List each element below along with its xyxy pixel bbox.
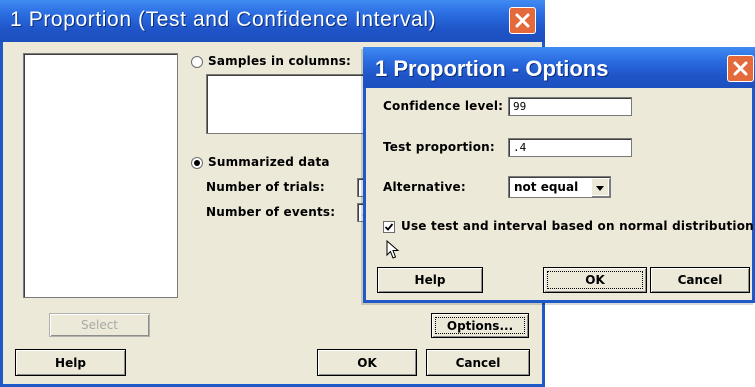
help-button-label: Help — [55, 355, 86, 370]
mouse-pointer-icon — [386, 240, 400, 259]
options-button[interactable]: Options... — [431, 313, 529, 338]
options-ok-button[interactable]: OK — [543, 267, 647, 293]
help-button[interactable]: Help — [15, 349, 126, 376]
main-close-button[interactable] — [509, 7, 536, 34]
ok-button-label: OK — [357, 355, 377, 370]
confidence-level-input[interactable]: 99 — [508, 97, 632, 116]
close-icon — [733, 61, 748, 76]
options-ok-button-label: OK — [585, 273, 605, 287]
options-help-button-label: Help — [414, 273, 446, 287]
confidence-level-value: 99 — [513, 100, 527, 113]
summarized-data-label: Summarized data — [208, 155, 330, 169]
confidence-level-label: Confidence level: — [383, 99, 504, 113]
number-of-events-label: Number of events: — [206, 205, 336, 219]
test-proportion-label: Test proportion: — [383, 140, 495, 154]
number-of-trials-label: Number of trials: — [206, 180, 325, 194]
options-dialog-title: 1 Proportion - Options — [375, 56, 609, 81]
options-cancel-button[interactable]: Cancel — [650, 267, 750, 293]
main-dialog-title: 1 Proportion (Test and Confidence Interv… — [10, 8, 437, 31]
options-close-button[interactable] — [727, 55, 754, 82]
alternative-select[interactable]: not equal — [508, 176, 611, 198]
normal-dist-checkbox-label: Use test and interval based on normal di… — [401, 219, 754, 233]
checkmark-icon — [384, 223, 394, 231]
select-button[interactable]: Select — [49, 313, 150, 337]
samples-columns-input[interactable] — [206, 74, 376, 134]
options-button-label: Options... — [446, 318, 514, 333]
alternative-label: Alternative: — [383, 180, 466, 194]
summarized-data-radio[interactable] — [191, 157, 203, 169]
normal-dist-checkbox[interactable] — [383, 221, 395, 233]
test-proportion-value: .4 — [513, 141, 527, 154]
options-titlebar[interactable]: 1 Proportion - Options — [363, 47, 755, 88]
test-proportion-input[interactable]: .4 — [508, 138, 632, 157]
options-help-button[interactable]: Help — [377, 267, 483, 293]
options-cancel-button-label: Cancel — [677, 273, 723, 287]
alternative-value: not equal — [514, 180, 579, 194]
chevron-down-icon[interactable] — [591, 178, 609, 196]
main-titlebar[interactable]: 1 Proportion (Test and Confidence Interv… — [0, 0, 545, 42]
cancel-button[interactable]: Cancel — [426, 349, 530, 376]
samples-in-columns-label: Samples in columns: — [208, 54, 352, 68]
close-icon — [515, 13, 530, 28]
cancel-button-label: Cancel — [455, 355, 501, 370]
samples-in-columns-radio[interactable] — [191, 56, 203, 68]
select-button-label: Select — [80, 318, 119, 332]
ok-button[interactable]: OK — [317, 349, 417, 376]
variables-listbox[interactable] — [23, 53, 178, 298]
options-dialog: 1 Proportion - Options Confidence level:… — [363, 47, 755, 303]
